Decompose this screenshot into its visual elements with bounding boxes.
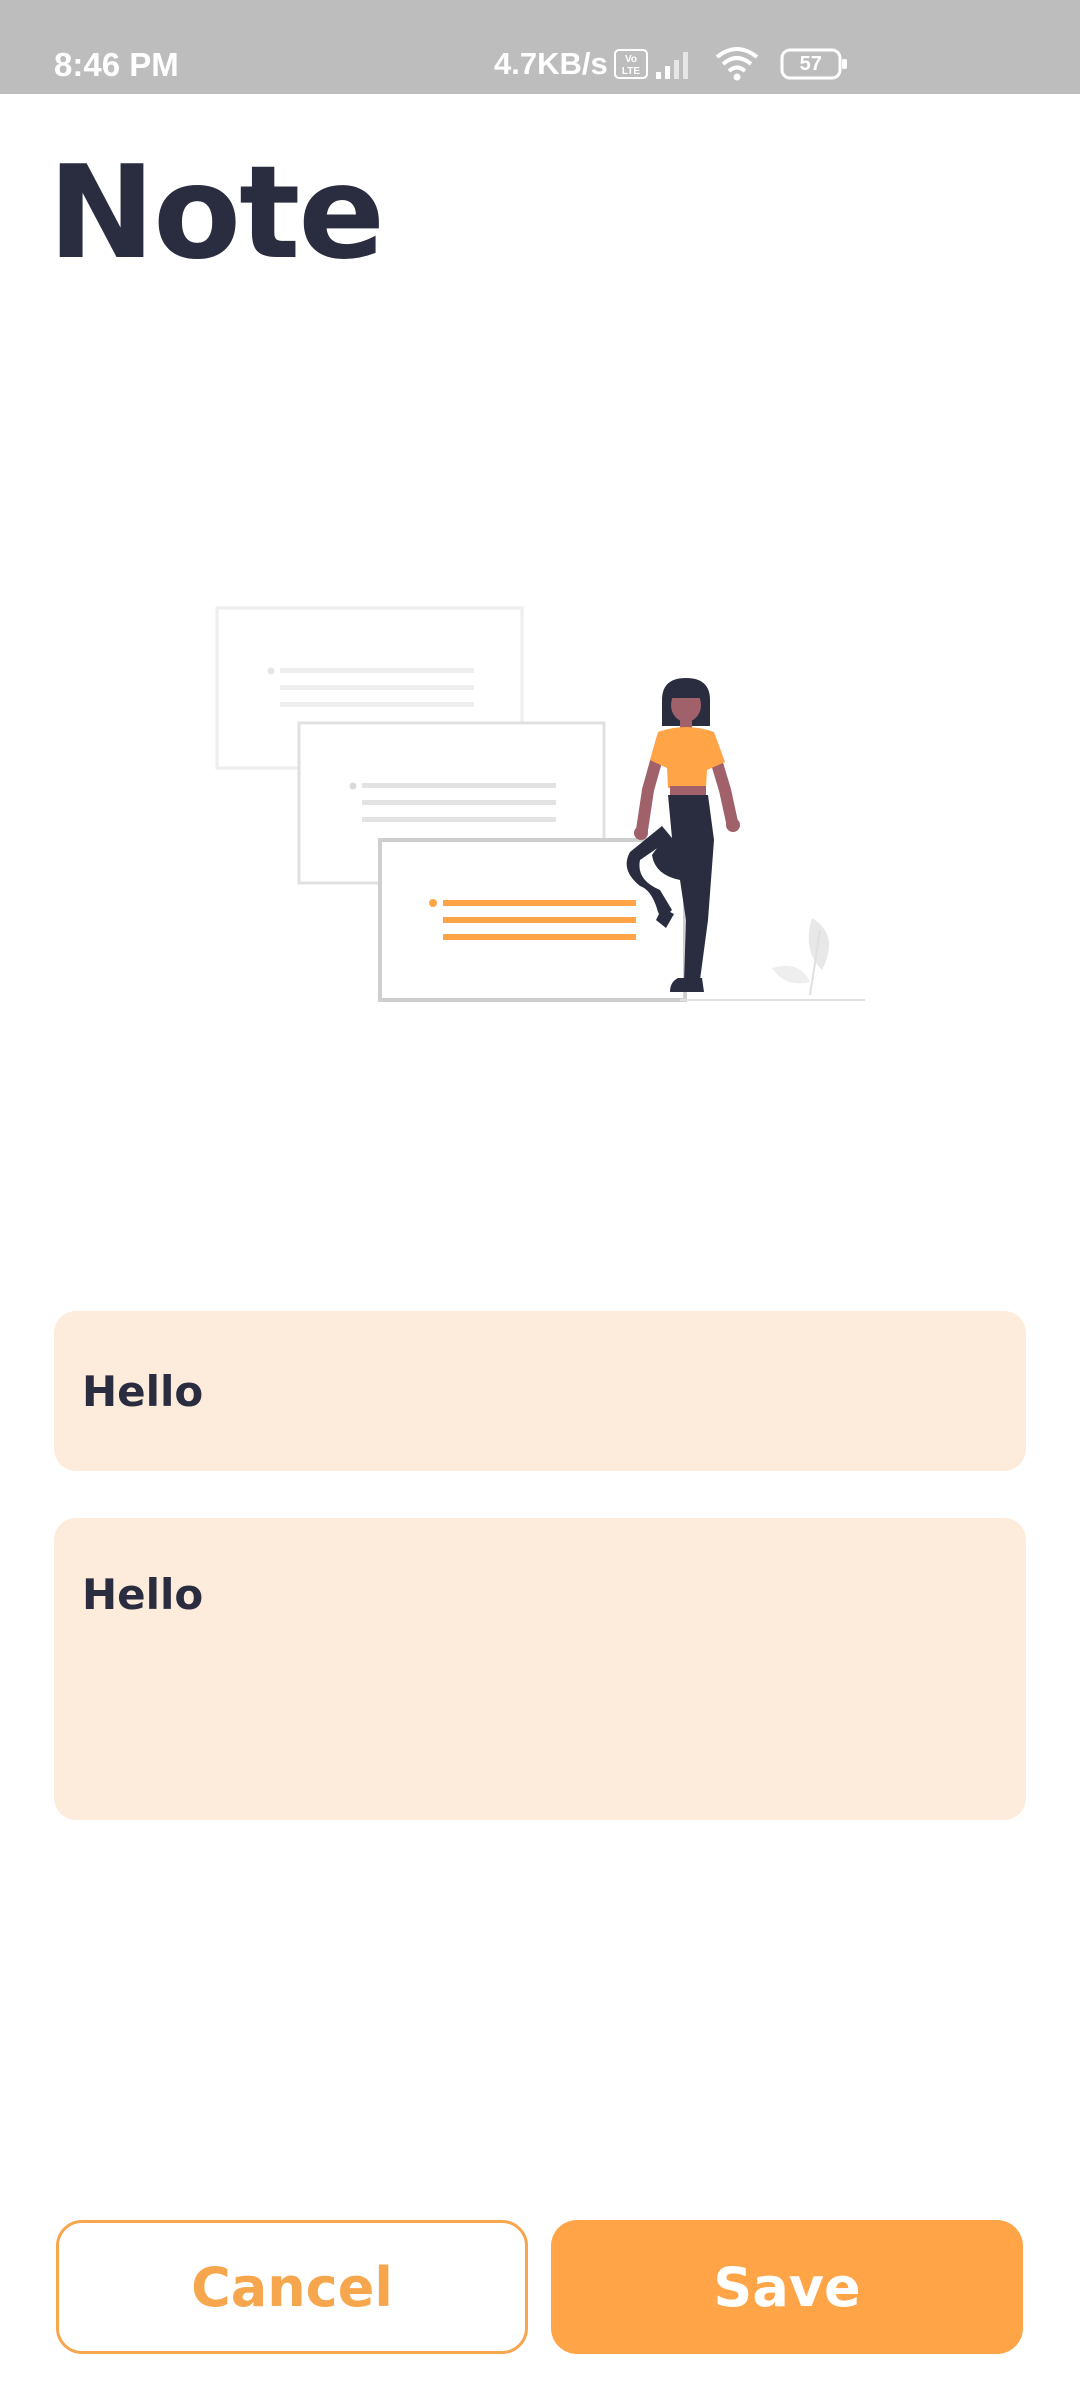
- status-indicators: 4.7KB/s Vo LTE 57: [494, 44, 850, 84]
- battery-icon: 57: [780, 48, 850, 80]
- svg-text:LTE: LTE: [622, 66, 640, 77]
- signal-icon: [655, 52, 688, 79]
- plant-icon: [772, 918, 830, 996]
- ground-line: [680, 999, 865, 1001]
- cancel-button[interactable]: Cancel: [56, 2220, 528, 2354]
- status-bar: 8:46 PM 4.7KB/s Vo LTE 57: [0, 0, 1080, 94]
- network-speed: 4.7KB/s: [494, 46, 608, 81]
- svg-text:Vo: Vo: [625, 54, 637, 65]
- notes-illustration: [215, 606, 865, 1002]
- note-body-input[interactable]: Hello: [54, 1518, 1026, 1820]
- note-body-value: Hello: [82, 1570, 204, 1619]
- save-button[interactable]: Save: [551, 2220, 1023, 2354]
- page-title: Note: [48, 139, 385, 288]
- volte-icon: Vo LTE: [613, 49, 648, 79]
- note-title-value: Hello: [82, 1366, 204, 1416]
- battery-level: 57: [799, 52, 822, 75]
- note-title-input[interactable]: Hello: [54, 1311, 1026, 1471]
- status-time: 8:46 PM: [54, 46, 179, 83]
- wifi-icon: [715, 47, 758, 81]
